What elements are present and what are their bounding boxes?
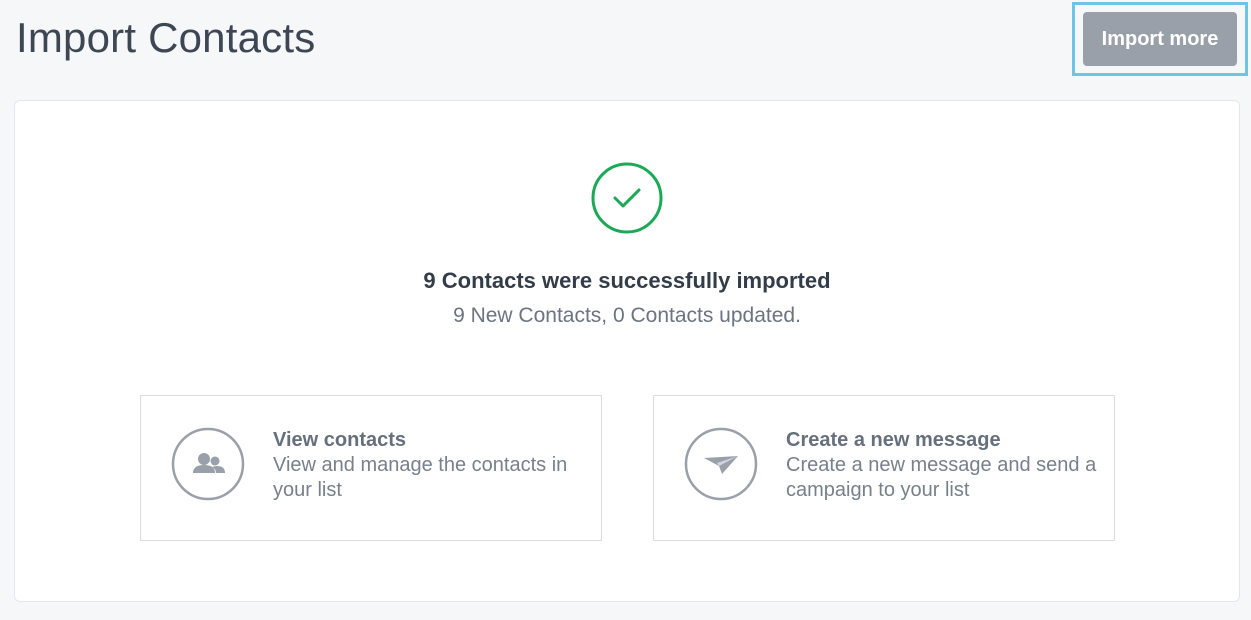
view-contacts-description: View and manage the contacts in your lis…: [273, 454, 568, 501]
success-check-icon: [591, 162, 663, 234]
import-more-focus-outline: Import more: [1072, 2, 1248, 76]
success-title: 9 Contacts were successfully imported: [423, 268, 831, 293]
view-contacts-text: View contacts View and manage the contac…: [273, 428, 591, 503]
page-title: Import Contacts: [16, 14, 316, 61]
create-message-description: Create a new message and send a campaign…: [786, 454, 1097, 501]
view-contacts-card[interactable]: View contacts View and manage the contac…: [140, 395, 602, 541]
create-message-text: Create a new message Create a new messag…: [786, 428, 1104, 503]
create-message-title: Create a new message: [786, 429, 1001, 451]
paper-plane-icon: [684, 427, 758, 501]
view-contacts-title: View contacts: [273, 429, 407, 451]
import-more-button[interactable]: Import more: [1083, 12, 1237, 66]
import-result-card: 9 Contacts were successfully imported 9 …: [14, 100, 1240, 602]
create-message-card[interactable]: Create a new message Create a new messag…: [653, 395, 1115, 541]
users-icon: [171, 427, 245, 501]
success-subtitle: 9 New Contacts, 0 Contacts updated.: [453, 304, 801, 327]
